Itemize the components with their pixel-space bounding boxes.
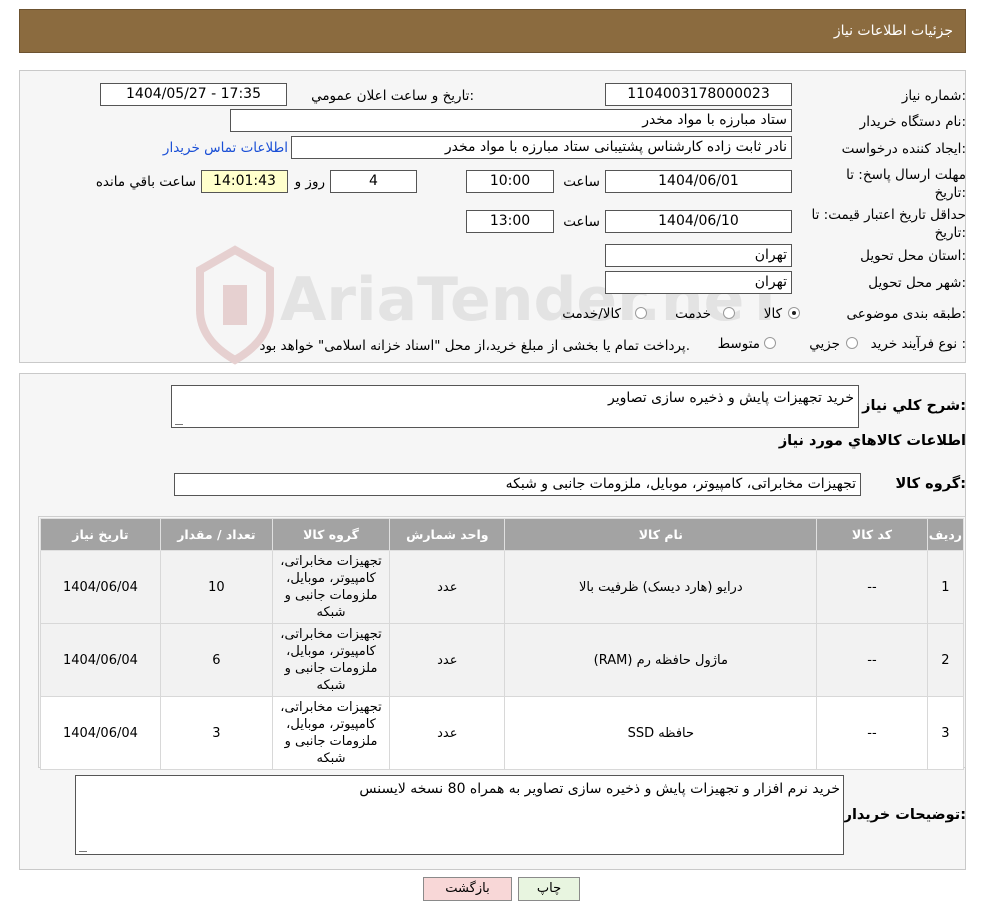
page-title: جزئیات اطلاعات نیاز [833, 23, 953, 39]
table-row: 1 -- درایو (هارد دیسک) ظرفیت بالا عدد تج… [40, 550, 965, 624]
cell-qty: 6 [159, 623, 273, 697]
need-number-field: 1104003178000023 [605, 83, 792, 106]
cell-qty: 10 [159, 550, 273, 624]
province-field: تهران [605, 244, 792, 267]
city-label: شهر محل تحویل: [868, 275, 966, 291]
cell-row: 3 [926, 696, 965, 770]
goods-group-label: گروه کالا: [895, 476, 966, 492]
deadline-time-field: 10:00 [466, 170, 554, 193]
col-code-header: کد کالا [816, 518, 928, 551]
price-validity-time-label: ساعت [563, 214, 600, 230]
resize-grip-icon[interactable] [175, 416, 183, 425]
page-header: جزئیات اطلاعات نیاز [19, 9, 966, 53]
deadline-days-label: روز و [294, 174, 325, 190]
category-service-label: خدمت [675, 306, 711, 322]
category-goods-service-radio[interactable] [635, 307, 647, 319]
deadline-time-label: ساعت [563, 174, 600, 190]
items-table: ردیف کد کالا نام کالا واحد شمارش گروه کا… [40, 518, 965, 770]
deadline-label: مهلت ارسال پاسخ: تا تاریخ: [846, 167, 966, 201]
buyer-org-label: نام دستگاه خریدار: [859, 114, 966, 130]
city-field: تهران [605, 271, 792, 294]
deadline-days-field: 4 [330, 170, 417, 193]
buyer-notes-field[interactable]: خرید نرم افزار و تجهیزات پایش و ذخیره سا… [75, 775, 844, 855]
process-label: نوع فرآیند خرید : [870, 336, 966, 352]
buyer-notes-label: توضیحات خریدار: [843, 807, 966, 823]
announce-datetime-label: تاریخ و ساعت اعلان عمومي: [311, 88, 474, 104]
cell-date: 1404/06/04 [40, 550, 161, 624]
category-service-radio[interactable] [723, 307, 735, 319]
process-medium-radio[interactable] [764, 337, 776, 349]
print-button[interactable]: چاپ [518, 877, 580, 901]
cell-unit: عدد [389, 550, 506, 624]
buyer-org-field: ستاد مبارزه با مواد مخدر [230, 109, 792, 132]
col-row-header: ردیف [926, 518, 965, 551]
cell-date: 1404/06/04 [40, 696, 161, 770]
cell-group: تجهیزات مخابراتی، کامپیوتر، موبایل، ملزو… [271, 623, 391, 697]
cell-group: تجهیزات مخابراتی، کامپیوتر، موبایل، ملزو… [271, 550, 391, 624]
province-label: استان محل تحویل: [860, 248, 966, 264]
back-button[interactable]: بازگشت [423, 877, 512, 901]
col-unit-header: واحد شمارش [389, 518, 506, 551]
cell-date: 1404/06/04 [40, 623, 161, 697]
resize-grip-icon[interactable] [79, 843, 87, 852]
deadline-remaining-label: ساعت باقي مانده [95, 174, 196, 190]
goods-info-title: اطلاعات کالاهاي مورد نیاز [778, 433, 966, 449]
price-validity-date-field: 1404/06/10 [605, 210, 792, 233]
general-description-text: خرید تجهیزات پایش و ذخیره سازی تصاویر [608, 390, 854, 406]
need-number-label: شماره نیاز: [901, 88, 966, 104]
col-group-header: گروه کالا [271, 518, 391, 551]
cell-code: -- [816, 623, 928, 697]
category-goods-service-label: کالا/خدمت [562, 306, 621, 322]
category-goods-radio[interactable] [788, 307, 800, 319]
category-goods-label: کالا [763, 306, 782, 322]
general-description-label: شرح كلي نیاز: [862, 398, 966, 414]
general-description-field[interactable]: خرید تجهیزات پایش و ذخیره سازی تصاویر [171, 385, 859, 428]
buyer-contact-link[interactable]: اطلاعات تماس خریدار [163, 140, 288, 156]
table-row: 2 -- ماژول حافظه رم (RAM) عدد تجهیزات مخ… [40, 623, 965, 697]
creator-label: ایجاد کننده درخواست: [841, 141, 966, 157]
col-name-header: نام کالا [504, 518, 818, 551]
process-minor-label: جزيي [809, 336, 840, 352]
cell-code: -- [816, 550, 928, 624]
cell-unit: عدد [389, 623, 506, 697]
category-label: طبقه بندی موضوعی: [846, 306, 966, 322]
buyer-notes-text: خرید نرم افزار و تجهیزات پایش و ذخیره سا… [359, 781, 840, 797]
cell-code: -- [816, 696, 928, 770]
col-date-header: تاریخ نیاز [40, 518, 161, 551]
cell-row: 1 [926, 550, 965, 624]
price-validity-time-field: 13:00 [466, 210, 554, 233]
cell-name: ماژول حافظه رم (RAM) [504, 623, 818, 697]
col-qty-header: تعداد / مقدار [159, 518, 273, 551]
process-medium-label: متوسط [717, 336, 760, 352]
cell-group: تجهیزات مخابراتی، کامپیوتر، موبایل، ملزو… [271, 696, 391, 770]
cell-name: درایو (هارد دیسک) ظرفیت بالا [504, 550, 818, 624]
creator-field: نادر ثابت زاده کارشناس پشتیبانی ستاد مبا… [291, 136, 792, 159]
process-minor-radio[interactable] [846, 337, 858, 349]
cell-name: حافظه SSD [504, 696, 818, 770]
announce-datetime-field: 1404/05/27 - 17:35 [100, 83, 287, 106]
table-header-row: ردیف کد کالا نام کالا واحد شمارش گروه کا… [40, 518, 965, 551]
price-validity-label: حداقل تاریخ اعتبار قیمت: تا تاریخ: [811, 207, 966, 241]
cell-unit: عدد [389, 696, 506, 770]
table-row: 3 -- حافظه SSD عدد تجهیزات مخابراتی، کام… [40, 696, 965, 770]
cell-row: 2 [926, 623, 965, 697]
process-note: پرداخت تمام یا بخشی از مبلغ خرید،از محل … [259, 338, 690, 354]
deadline-remaining-field: 14:01:43 [201, 170, 288, 193]
cell-qty: 3 [159, 696, 273, 770]
goods-group-field: تجهیزات مخابراتی، کامپیوتر، موبایل، ملزو… [174, 473, 861, 496]
deadline-date-field: 1404/06/01 [605, 170, 792, 193]
